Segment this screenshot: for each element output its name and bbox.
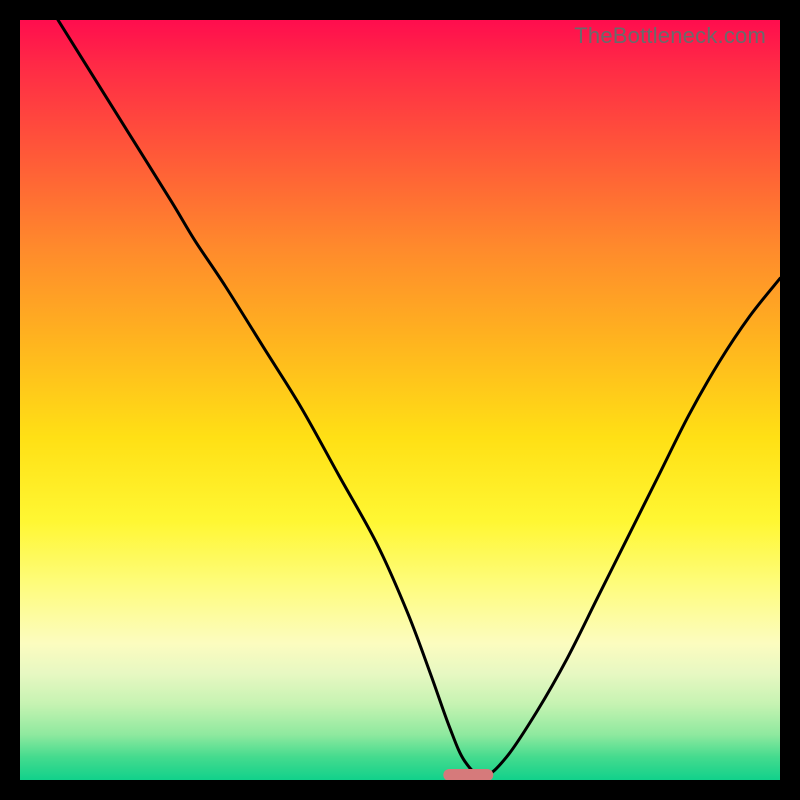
plot-area: TheBottleneck.com <box>20 20 780 780</box>
curve-layer <box>20 20 780 780</box>
optimal-marker <box>444 769 493 780</box>
chart-frame: TheBottleneck.com <box>0 0 800 800</box>
bottleneck-curve <box>58 20 780 776</box>
